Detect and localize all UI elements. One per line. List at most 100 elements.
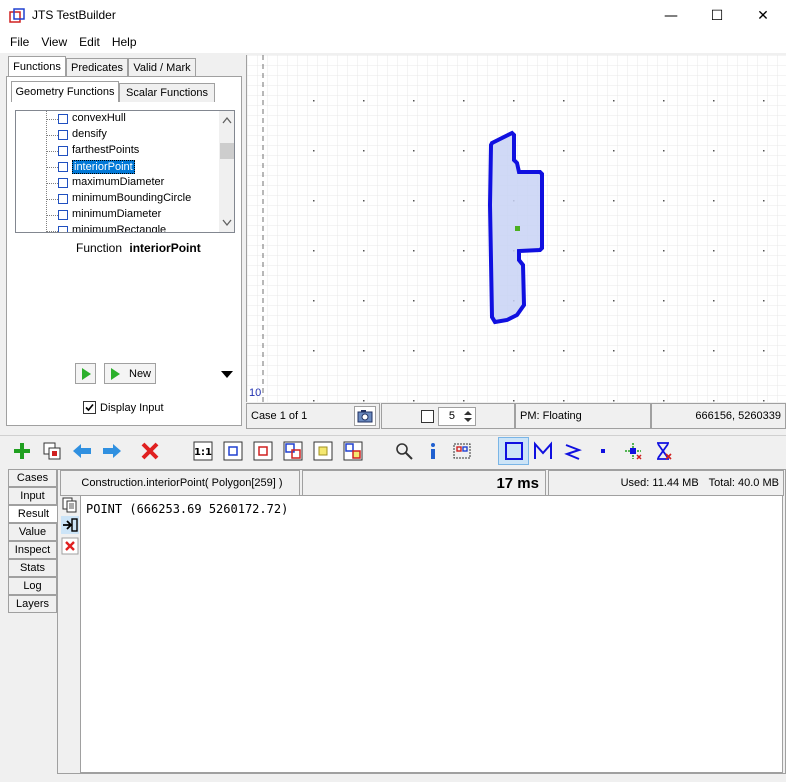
tab-stats[interactable]: Stats bbox=[8, 559, 57, 577]
grid-dot bbox=[763, 400, 765, 402]
draw-polygon-button[interactable] bbox=[498, 437, 529, 465]
grid-dot bbox=[363, 300, 365, 302]
function-caption: Function interiorPoint bbox=[76, 241, 201, 255]
previous-case-icon[interactable] bbox=[72, 441, 92, 461]
tab-scalar-functions[interactable]: Scalar Functions bbox=[119, 83, 215, 102]
grid-dot bbox=[413, 100, 415, 102]
grid-dot bbox=[413, 250, 415, 252]
minimize-button[interactable]: — bbox=[648, 0, 694, 31]
grid-dot bbox=[513, 400, 515, 402]
execute-new-button[interactable]: New bbox=[104, 363, 156, 384]
list-scrollbar[interactable] bbox=[219, 111, 234, 232]
display-input-checkbox[interactable] bbox=[83, 401, 96, 414]
list-item[interactable]: convexHull bbox=[16, 111, 220, 127]
list-item[interactable]: minimumRectangle bbox=[16, 223, 220, 232]
tab-value[interactable]: Value bbox=[8, 523, 57, 541]
info-icon[interactable] bbox=[423, 441, 443, 461]
scroll-thumb[interactable] bbox=[220, 143, 234, 159]
grid-dot bbox=[563, 400, 565, 402]
display-input-option[interactable]: Display Input bbox=[83, 401, 164, 414]
grid-dot bbox=[563, 350, 565, 352]
extract-component-icon[interactable] bbox=[452, 441, 472, 461]
draw-linestring-icon[interactable] bbox=[533, 441, 553, 461]
menu-bar: File View Edit Help bbox=[0, 31, 786, 53]
grid-dot bbox=[313, 300, 315, 302]
grid-dot bbox=[463, 200, 465, 202]
spinner-arrows-icon[interactable] bbox=[461, 408, 475, 425]
geometry-view[interactable]: 10 bbox=[246, 55, 786, 402]
map-canvas[interactable] bbox=[247, 55, 786, 402]
grid-dot bbox=[763, 150, 765, 152]
grid-dot bbox=[463, 350, 465, 352]
menu-file[interactable]: File bbox=[4, 35, 35, 49]
copy-case-icon[interactable] bbox=[42, 441, 62, 461]
draw-point-icon[interactable] bbox=[593, 441, 613, 461]
tab-log[interactable]: Log bbox=[8, 577, 57, 595]
menu-edit[interactable]: Edit bbox=[73, 35, 106, 49]
result-text-area[interactable]: POINT (666253.69 5260172.72) bbox=[80, 495, 783, 773]
grid-dot bbox=[313, 350, 315, 352]
grid-dot bbox=[713, 300, 715, 302]
maximize-button[interactable]: ☐ bbox=[694, 0, 740, 31]
app-icon bbox=[9, 8, 25, 23]
zoom-to-a-icon[interactable] bbox=[223, 441, 243, 461]
cursor-coordinates: 666156, 5260339 bbox=[651, 403, 786, 429]
zoom-one-to-one-icon[interactable]: 1:1 bbox=[193, 441, 213, 461]
zoom-to-input-icon[interactable] bbox=[283, 441, 303, 461]
play-icon bbox=[111, 368, 120, 380]
tab-valid-mark[interactable]: Valid / Mark bbox=[128, 58, 196, 77]
list-item[interactable]: farthestPoints bbox=[16, 143, 220, 159]
clear-result-icon[interactable] bbox=[61, 537, 79, 555]
dropdown-arrow-icon[interactable] bbox=[221, 371, 233, 379]
tab-cases[interactable]: Cases bbox=[8, 469, 57, 487]
tab-input[interactable]: Input bbox=[8, 487, 57, 505]
grid-dot bbox=[363, 250, 365, 252]
tab-inspect[interactable]: Inspect bbox=[8, 541, 57, 559]
menu-view[interactable]: View bbox=[35, 35, 73, 49]
zoom-to-result-icon[interactable] bbox=[313, 441, 333, 461]
grid-size-spinner[interactable]: 5 bbox=[438, 407, 476, 426]
add-case-icon[interactable] bbox=[12, 441, 32, 461]
grid-dot bbox=[713, 250, 715, 252]
list-item-selected[interactable]: interiorPoint bbox=[16, 159, 220, 175]
grid-dot bbox=[313, 250, 315, 252]
grid-dot bbox=[613, 300, 615, 302]
list-item[interactable]: maximumDiameter bbox=[16, 175, 220, 191]
scroll-down-icon[interactable] bbox=[222, 219, 232, 227]
grid-dot bbox=[663, 400, 665, 402]
grid-dot bbox=[613, 250, 615, 252]
draw-polygon-icon bbox=[505, 442, 523, 460]
grid-dot bbox=[513, 100, 515, 102]
close-button[interactable]: ✕ bbox=[740, 0, 786, 31]
list-item[interactable]: minimumDiameter bbox=[16, 207, 220, 223]
draw-lineseg-icon[interactable] bbox=[563, 441, 583, 461]
grid-dot bbox=[613, 200, 615, 202]
grid-dot bbox=[763, 300, 765, 302]
tab-predicates[interactable]: Predicates bbox=[66, 58, 128, 77]
interior-point-marker[interactable] bbox=[515, 226, 520, 231]
delete-case-icon[interactable] bbox=[140, 441, 160, 461]
tab-geometry-functions[interactable]: Geometry Functions bbox=[11, 81, 119, 102]
zoom-to-b-icon[interactable] bbox=[253, 441, 273, 461]
tab-layers[interactable]: Layers bbox=[8, 595, 57, 613]
result-to-input-icon[interactable] bbox=[61, 516, 79, 534]
tab-result[interactable]: Result bbox=[8, 505, 58, 523]
tab-functions[interactable]: Functions bbox=[8, 56, 66, 77]
menu-help[interactable]: Help bbox=[106, 35, 143, 49]
grid-checkbox[interactable] bbox=[421, 410, 434, 423]
execute-button[interactable] bbox=[75, 363, 96, 384]
snapshot-button[interactable] bbox=[354, 406, 376, 426]
zoom-to-full-icon[interactable] bbox=[343, 441, 363, 461]
copy-result-icon[interactable] bbox=[61, 496, 79, 514]
list-item[interactable]: densify bbox=[16, 127, 220, 143]
next-case-icon[interactable] bbox=[102, 441, 122, 461]
grid-dot bbox=[363, 150, 365, 152]
scroll-up-icon[interactable] bbox=[222, 116, 232, 124]
edit-vertex-icon[interactable] bbox=[623, 441, 643, 461]
grid-dot bbox=[563, 200, 565, 202]
zoom-icon[interactable] bbox=[394, 441, 414, 461]
grid-dot bbox=[763, 250, 765, 252]
grid-dot bbox=[663, 300, 665, 302]
delete-vertex-icon[interactable] bbox=[653, 441, 673, 461]
list-item[interactable]: minimumBoundingCircle bbox=[16, 191, 220, 207]
